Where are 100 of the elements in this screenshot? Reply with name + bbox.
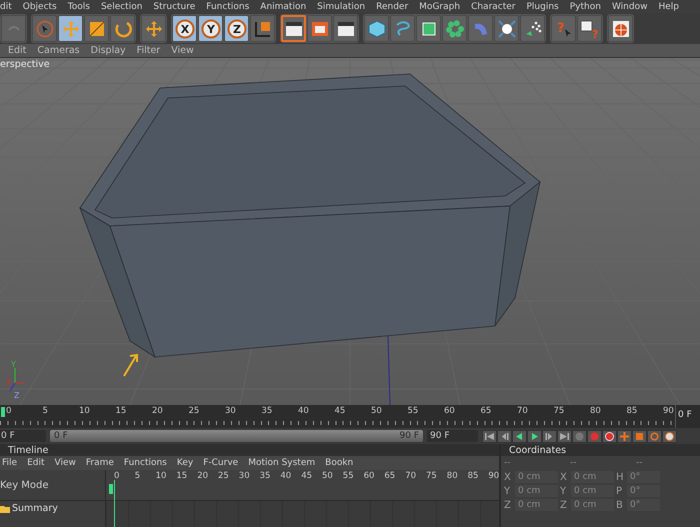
axis-label: B xyxy=(616,500,624,510)
axis-label: Y xyxy=(504,486,512,496)
column-header: -- xyxy=(570,458,578,468)
arrow-icon xyxy=(123,354,138,377)
toolbar-button[interactable] xyxy=(333,15,358,42)
frame-number: 20 xyxy=(197,471,208,481)
start-frame-field[interactable]: 0 F xyxy=(0,430,46,442)
menu-item[interactable]: Character xyxy=(471,2,516,12)
frame-number: 15 xyxy=(176,471,188,481)
toolbar-button[interactable] xyxy=(520,15,545,42)
transport-button[interactable] xyxy=(542,430,557,442)
range-slider[interactable]: 0 F 90 F xyxy=(50,430,423,442)
scale-icon xyxy=(634,432,645,440)
frame-number: 80 xyxy=(446,471,458,481)
axis-label: Y xyxy=(560,486,568,496)
viewport-menu-item[interactable]: View xyxy=(171,45,194,56)
frame-number: 55 xyxy=(342,471,354,481)
axis-label: Z xyxy=(504,500,512,510)
menu-item[interactable]: Structure xyxy=(153,2,196,12)
timeline-menu-item[interactable]: View xyxy=(54,458,76,468)
play-icon xyxy=(529,432,540,440)
axis-gizmo: Y X Z xyxy=(6,360,24,400)
viewport-menu-item[interactable]: Cameras xyxy=(37,45,80,56)
transport-button[interactable] xyxy=(662,430,677,442)
frame-number: 35 xyxy=(260,471,270,481)
viewport-menu-item[interactable]: Display xyxy=(90,45,126,56)
timeline-menu-item[interactable]: Functions xyxy=(124,458,167,468)
column-header: -- xyxy=(504,458,512,468)
menu-item[interactable]: MoGraph xyxy=(419,2,460,12)
spline-icon xyxy=(394,20,412,38)
timeline-menu-item[interactable]: F-Curve xyxy=(203,458,238,468)
frame-number: 20 xyxy=(152,406,163,416)
transport-button[interactable] xyxy=(527,430,542,442)
frame-number: 50 xyxy=(322,471,333,481)
timeline-menu-item[interactable]: Key xyxy=(176,458,194,468)
y-axis-line xyxy=(388,336,390,405)
toolbar-button[interactable] xyxy=(307,15,332,42)
column-header: -- xyxy=(636,458,644,468)
timeline-menu-item[interactable]: Motion System xyxy=(248,458,316,468)
frame-number: 40 xyxy=(298,406,309,416)
frame-ruler[interactable]: 0 5 10 15 20 25 30 35 40 45 50 55 60 65 70 75 80 85 90 0 F xyxy=(0,405,700,428)
skip-start-icon xyxy=(484,432,495,440)
rotate-icon xyxy=(649,432,660,440)
menu-item[interactable]: Plugins xyxy=(526,2,559,12)
viewport-menu-item[interactable]: Edit xyxy=(8,45,26,56)
timeline-menu-item[interactable]: File xyxy=(2,458,18,468)
panel-title: Coordinates xyxy=(501,444,700,456)
track-name[interactable]: Summary xyxy=(12,503,58,514)
axis-label: X xyxy=(560,472,568,482)
cube-icon xyxy=(368,20,386,38)
toolbar-button[interactable] xyxy=(416,15,441,42)
timeline-menu-item[interactable]: Bookn xyxy=(325,458,354,468)
menu-item[interactable]: Window xyxy=(612,2,648,12)
menu-item[interactable]: Simulation xyxy=(317,2,366,12)
frame-number: 90 xyxy=(663,406,674,416)
play-backward-icon xyxy=(514,432,525,440)
transport-button[interactable] xyxy=(557,430,572,442)
toolbar-button[interactable] xyxy=(250,15,275,42)
transport-button[interactable] xyxy=(512,430,527,442)
axis-label: X xyxy=(504,472,512,482)
timeline-menu-item[interactable]: Edit xyxy=(27,458,44,468)
menu-item[interactable]: dit xyxy=(0,2,12,12)
frame-number: 45 xyxy=(334,406,346,416)
cube-object-icon xyxy=(420,20,438,38)
frame-number: 5 xyxy=(42,406,48,416)
axis-label: Z xyxy=(560,500,568,510)
transport-button[interactable] xyxy=(482,430,497,442)
toolbar-button[interactable] xyxy=(281,15,306,42)
menu-item[interactable]: Tools xyxy=(68,2,90,12)
panel-title: Timeline xyxy=(0,444,499,456)
time-cursor xyxy=(114,480,115,527)
frame-number: 30 xyxy=(238,471,250,481)
frame-number: 10 xyxy=(79,406,90,416)
transport-button[interactable] xyxy=(602,430,617,442)
frame-number: 10 xyxy=(156,471,166,481)
timeline-menu-item[interactable]: Frame xyxy=(86,458,114,468)
menu-item[interactable]: Render xyxy=(376,2,408,12)
toolbar-button[interactable] xyxy=(494,15,519,42)
axis-label: P xyxy=(616,486,624,496)
frame-number: 35 xyxy=(262,406,272,416)
transport-button[interactable] xyxy=(497,430,512,442)
menu-item[interactable]: Selection xyxy=(100,2,142,12)
menu-item[interactable]: Animation xyxy=(260,2,306,12)
end-frame-field[interactable]: 90 F xyxy=(427,430,478,442)
frame-number: 85 xyxy=(468,471,478,481)
range-start-label: 0 F xyxy=(54,431,68,441)
menu-item[interactable]: Python xyxy=(570,2,601,12)
frame-number: 70 xyxy=(405,471,416,481)
light-icon xyxy=(498,20,516,38)
range-end-label: 90 F xyxy=(400,431,419,441)
frame-number: 70 xyxy=(517,406,528,416)
menu-item[interactable]: Functions xyxy=(206,2,250,12)
viewport-menu-item[interactable]: Filter xyxy=(136,45,160,56)
menu-item[interactable]: Help xyxy=(658,2,679,12)
menu-item[interactable]: Objects xyxy=(22,2,57,12)
frame-number: 40 xyxy=(280,471,292,481)
toolbar-button[interactable] xyxy=(608,15,633,42)
frame-number: 75 xyxy=(426,471,437,481)
toolbar-button[interactable] xyxy=(364,15,389,42)
frame-number: 85 xyxy=(626,406,638,416)
